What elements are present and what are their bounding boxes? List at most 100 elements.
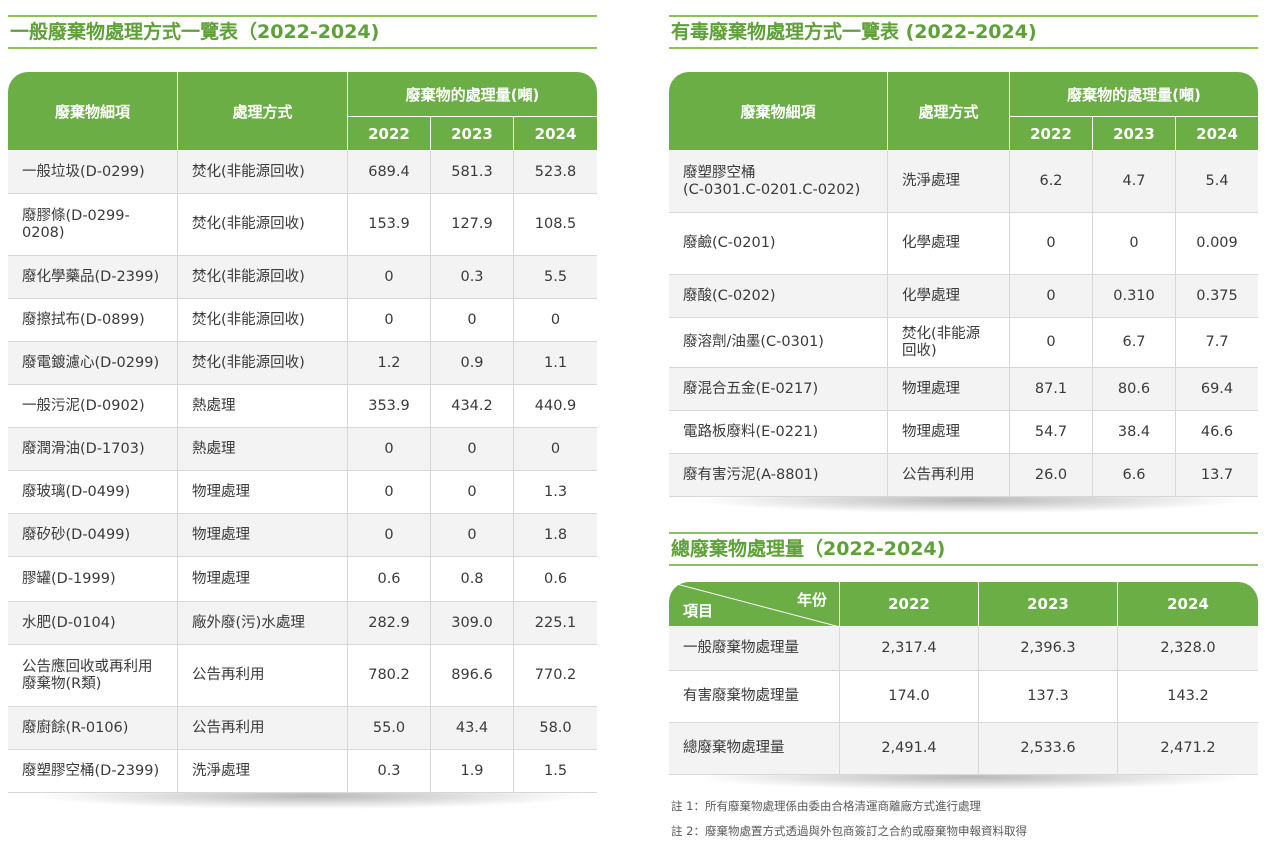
value-2022: 780.2 <box>348 645 431 707</box>
waste-item-name: 廢塑膠空桶 (C-0301.C-0201.C-0202) <box>669 151 888 213</box>
value-2024: 143.2 <box>1118 671 1258 723</box>
waste-item-name: 公告應回收或再利用 廢棄物(R類) <box>8 645 178 707</box>
header-amount: 廢棄物的處理量(噸) <box>348 72 598 117</box>
treatment-method: 焚化(非能源回收) <box>178 342 348 385</box>
footnotes: 註 1：所有廢棄物處理係由委由合格清運商離廠方式進行處理 註 2：廢棄物處置方式… <box>671 794 1027 844</box>
table-row: 總廢棄物處理量 2,491.4 2,533.6 2,471.2 <box>669 723 1258 775</box>
value-2022: 0 <box>1010 213 1093 275</box>
value-2022: 153.9 <box>348 194 431 256</box>
treatment-method: 化學處理 <box>888 275 1010 318</box>
value-2022: 2,491.4 <box>840 723 979 775</box>
waste-item-name: 廢電鍍濾心(D-0299) <box>8 342 178 385</box>
value-2022: 689.4 <box>348 151 431 194</box>
header-method: 處理方式 <box>178 72 348 151</box>
value-2022: 174.0 <box>840 671 979 723</box>
waste-item-name: 總廢棄物處理量 <box>669 723 840 775</box>
value-2023: 434.2 <box>431 385 514 428</box>
waste-item-name: 廢化學藥品(D-2399) <box>8 256 178 299</box>
waste-item-name: 廢混合五金(E-0217) <box>669 368 888 411</box>
total-header-year-2022: 2022 <box>840 582 979 627</box>
value-2023: 2,396.3 <box>979 627 1118 671</box>
table-row: 廢電鍍濾心(D-0299) 焚化(非能源回收) 1.2 0.9 1.1 <box>8 342 598 385</box>
value-2022: 0 <box>348 256 431 299</box>
value-2024: 0.375 <box>1176 275 1259 318</box>
value-2023: 0 <box>431 471 514 514</box>
waste-item-name: 廢廚餘(R-0106) <box>8 707 178 750</box>
value-2023: 0 <box>431 514 514 557</box>
value-2023: 6.7 <box>1093 318 1176 368</box>
treatment-method: 廠外廢(污)水處理 <box>178 602 348 645</box>
waste-item-name: 廢塑膠空桶(D-2399) <box>8 750 178 793</box>
value-2023: 0.9 <box>431 342 514 385</box>
waste-item-name: 一般廢棄物處理量 <box>669 627 840 671</box>
treatment-method: 熱處理 <box>178 428 348 471</box>
value-2022: 2,317.4 <box>840 627 979 671</box>
table-row: 廢玻璃(D-0499) 物理處理 0 0 1.3 <box>8 471 598 514</box>
waste-item-name: 廢矽砂(D-0499) <box>8 514 178 557</box>
header-item: 廢棄物細項 <box>8 72 178 151</box>
total-header-year-label: 年份 <box>796 591 827 609</box>
value-2023: 43.4 <box>431 707 514 750</box>
value-2022: 0 <box>1010 318 1093 368</box>
header-year-2023: 2023 <box>431 117 514 151</box>
waste-item-name: 廢酸(C-0202) <box>669 275 888 318</box>
treatment-method: 公告再利用 <box>178 707 348 750</box>
waste-item-name: 一般污泥(D-0902) <box>8 385 178 428</box>
waste-item-name: 廢有害污泥(A-8801) <box>669 454 888 497</box>
treatment-method: 化學處理 <box>888 213 1010 275</box>
value-2024: 1.5 <box>514 750 598 793</box>
value-2024: 523.8 <box>514 151 598 194</box>
toxic-header-amount: 廢棄物的處理量(噸) <box>1010 72 1259 117</box>
value-2023: 0 <box>1093 213 1176 275</box>
footnote-2: 註 2：廢棄物處置方式透過與外包商簽訂之合約或廢棄物申報資料取得 <box>671 824 1027 838</box>
toxic-header-year-2023: 2023 <box>1093 117 1176 151</box>
general-table-title: 一般廢棄物處理方式一覽表（2022-2024) <box>8 15 597 49</box>
table-row: 膠罐(D-1999) 物理處理 0.6 0.8 0.6 <box>8 557 598 602</box>
treatment-method: 公告再利用 <box>888 454 1010 497</box>
treatment-method: 焚化(非能源回收) <box>178 194 348 256</box>
general-table-body: 一般垃圾(D-0299) 焚化(非能源回收) 689.4 581.3 523.8 廢膠條(… <box>8 151 598 793</box>
value-2022: 26.0 <box>1010 454 1093 497</box>
table-row: 廢酸(C-0202) 化學處理 0 0.310 0.375 <box>669 275 1259 318</box>
treatment-method: 物理處理 <box>178 471 348 514</box>
value-2024: 1.8 <box>514 514 598 557</box>
toxic-waste-table: 廢棄物細項 處理方式 廢棄物的處理量(噸) 2022 2023 2024 廢塑膠… <box>669 72 1259 497</box>
value-2023: 6.6 <box>1093 454 1176 497</box>
toxic-header-year-2024: 2024 <box>1176 117 1259 151</box>
value-2022: 1.2 <box>348 342 431 385</box>
value-2024: 1.3 <box>514 471 598 514</box>
treatment-method: 物理處理 <box>178 514 348 557</box>
waste-item-name: 廢鹼(C-0201) <box>669 213 888 275</box>
value-2022: 353.9 <box>348 385 431 428</box>
table-row: 一般污泥(D-0902) 熱處理 353.9 434.2 440.9 <box>8 385 598 428</box>
value-2022: 0 <box>348 514 431 557</box>
value-2024: 0.6 <box>514 557 598 602</box>
total-waste-table: 年份 項目 2022 2023 2024 一般廢棄物處理量 2,317.4 2,39… <box>669 582 1258 775</box>
value-2024: 7.7 <box>1176 318 1259 368</box>
value-2023: 127.9 <box>431 194 514 256</box>
waste-item-name: 廢擦拭布(D-0899) <box>8 299 178 342</box>
table-row: 廢溶劑/油墨(C-0301) 焚化(非能源 回收) 0 6.7 7.7 <box>669 318 1259 368</box>
value-2024: 58.0 <box>514 707 598 750</box>
value-2023: 2,533.6 <box>979 723 1118 775</box>
table-row: 廢廚餘(R-0106) 公告再利用 55.0 43.4 58.0 <box>8 707 598 750</box>
waste-item-name: 水肥(D-0104) <box>8 602 178 645</box>
value-2024: 108.5 <box>514 194 598 256</box>
value-2024: 0.009 <box>1176 213 1259 275</box>
toxic-table-title: 有毒廢棄物處理方式一覽表 (2022-2024) <box>669 15 1258 49</box>
value-2024: 2,328.0 <box>1118 627 1258 671</box>
value-2023: 309.0 <box>431 602 514 645</box>
waste-item-name: 廢膠條(D-0299- 0208) <box>8 194 178 256</box>
treatment-method: 洗淨處理 <box>178 750 348 793</box>
waste-item-name: 膠罐(D-1999) <box>8 557 178 602</box>
value-2023: 0.8 <box>431 557 514 602</box>
table-row: 電路板廢料(E-0221) 物理處理 54.7 38.4 46.6 <box>669 411 1259 454</box>
waste-item-name: 一般垃圾(D-0299) <box>8 151 178 194</box>
value-2023: 0.310 <box>1093 275 1176 318</box>
value-2022: 0 <box>348 299 431 342</box>
header-year-2022: 2022 <box>348 117 431 151</box>
total-header-year-2024: 2024 <box>1118 582 1258 627</box>
value-2022: 55.0 <box>348 707 431 750</box>
value-2024: 5.4 <box>1176 151 1259 213</box>
value-2023: 0 <box>431 428 514 471</box>
